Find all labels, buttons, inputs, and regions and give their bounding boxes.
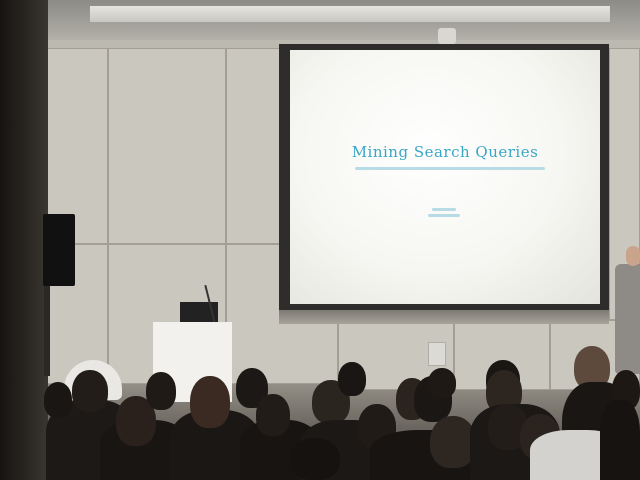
audience-head — [428, 368, 456, 398]
lecture-hall-scene: Mining Search Queries — [0, 0, 640, 480]
audience-head — [72, 370, 108, 412]
audience-member — [600, 400, 640, 480]
audience-head — [146, 372, 176, 410]
audience-head — [338, 362, 366, 396]
audience-head — [190, 376, 230, 428]
audience-head — [290, 438, 340, 480]
audience-head — [44, 382, 72, 418]
audience-head — [256, 394, 290, 436]
audience — [0, 0, 640, 480]
